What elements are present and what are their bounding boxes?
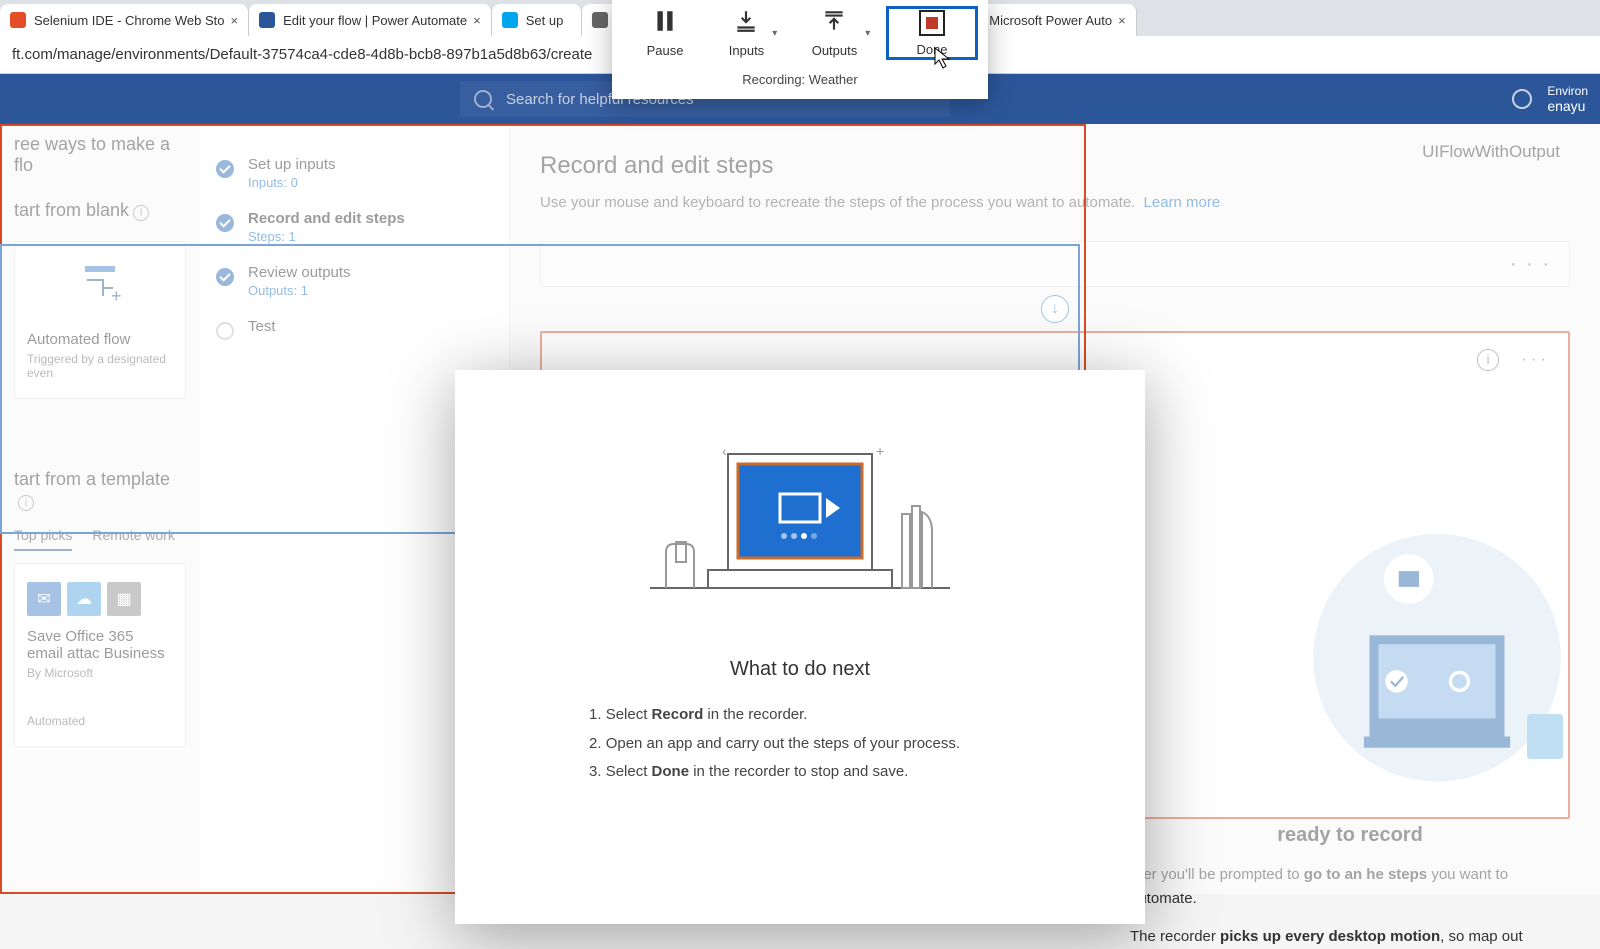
laptop-illustration: ‹+ — [495, 446, 1105, 616]
done-button[interactable]: Done — [886, 6, 978, 60]
environment-switcher[interactable]: Environ enayu — [1512, 84, 1588, 114]
favicon-icon — [592, 12, 608, 28]
favicon-icon — [259, 12, 275, 28]
modal-steps: Select Record in the recorder. Open an a… — [585, 701, 1015, 787]
inputs-icon — [733, 8, 759, 37]
close-icon[interactable]: × — [473, 13, 481, 28]
inputs-button[interactable]: Inputs ▾ — [710, 6, 796, 60]
pause-button[interactable]: Pause — [622, 6, 708, 60]
chevron-down-icon[interactable]: ▾ — [865, 28, 870, 39]
svg-text:‹: ‹ — [722, 446, 727, 459]
modal-title: What to do next — [495, 658, 1105, 681]
outputs-button[interactable]: Outputs ▾ — [798, 6, 884, 60]
tab-power-automate[interactable]: Edit your flow | Power Automate× — [249, 4, 492, 36]
favicon-icon — [502, 12, 518, 28]
stage: UIFlowWithOutput ree ways to make a flo … — [0, 124, 1600, 894]
tab-selenium[interactable]: Selenium IDE - Chrome Web Sto× — [0, 4, 249, 36]
pause-icon — [652, 8, 678, 37]
recording-status: Recording: Weather — [612, 66, 988, 89]
close-icon[interactable]: × — [231, 13, 239, 28]
close-icon[interactable]: × — [1118, 13, 1126, 28]
outputs-icon — [821, 8, 847, 37]
stop-icon — [919, 10, 945, 36]
tab-setup[interactable]: Set up — [492, 4, 582, 36]
favicon-icon — [10, 12, 26, 28]
recorder-toolbar: Pause Inputs ▾ Outputs ▾ Done Recording:… — [612, 0, 988, 99]
svg-text:+: + — [876, 446, 884, 459]
search-icon — [474, 90, 492, 108]
globe-icon — [1512, 89, 1532, 109]
what-to-do-modal: ‹+ What to do next Select Record in the … — [455, 370, 1145, 924]
chevron-down-icon[interactable]: ▾ — [772, 28, 777, 39]
